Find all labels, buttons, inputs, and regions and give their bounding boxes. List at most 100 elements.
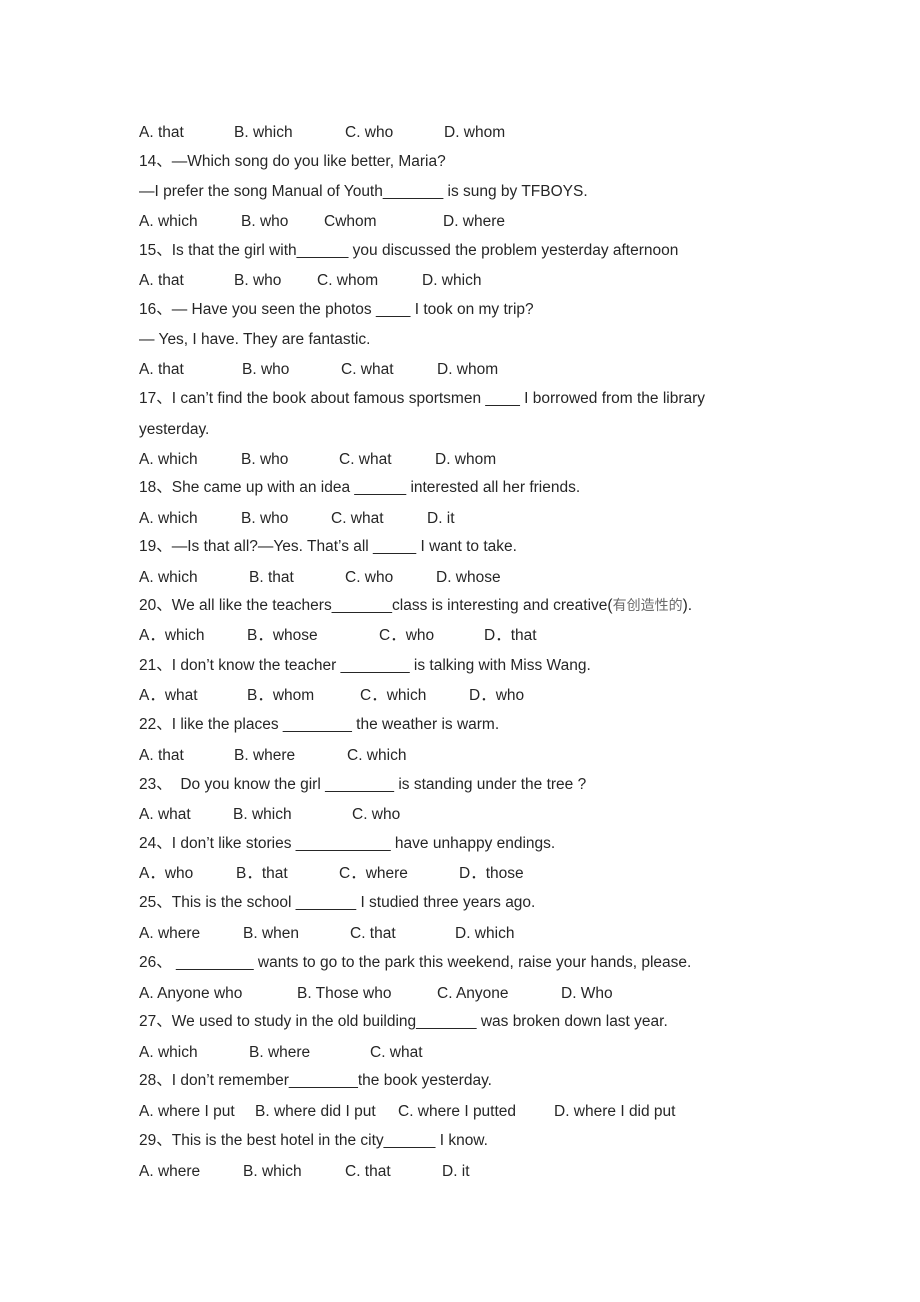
answer-option: C. what — [370, 1044, 423, 1061]
answer-option: C. what — [341, 361, 394, 378]
answer-options: A. where I put B. where did I put C. where… — [139, 1103, 839, 1121]
answer-option: C. which — [347, 747, 407, 764]
answer-option: B. Those who — [297, 985, 392, 1002]
answer-option: A．what — [139, 687, 198, 704]
line-text: —I prefer the song Manual of Youth______… — [139, 183, 588, 200]
answer-option: D．those — [459, 865, 524, 882]
question-text: 15、Is that the girl with______ you discu… — [139, 242, 678, 260]
answer-option: A. that — [139, 361, 184, 378]
answer-option: A. that — [139, 272, 184, 289]
answer-option: A. where I put — [139, 1103, 235, 1120]
answer-option: B. who — [241, 451, 289, 468]
question-text: 24、I don’t like stories ___________ have… — [139, 835, 555, 853]
answer-option: B. which — [233, 806, 292, 823]
answer-option: B．whose — [247, 627, 318, 644]
answer-option: A. what — [139, 806, 191, 823]
line-text-tail: ). — [682, 597, 693, 614]
answer-option: D．who — [469, 687, 525, 704]
line-text: 19、—Is that all?—Yes. That’s all _____ I… — [139, 538, 517, 555]
line-text: 15、Is that the girl with______ you discu… — [139, 242, 679, 259]
answer-option: D. which — [422, 272, 482, 289]
answer-option: B．that — [236, 865, 288, 882]
answer-options: A. where B. when C. that D. which — [139, 925, 839, 943]
answer-options: A. which B. who C. what D. whom — [139, 451, 839, 469]
answer-option: D. Who — [561, 985, 613, 1002]
answer-option: C. whom — [317, 272, 379, 289]
answer-option: A. which — [139, 1044, 198, 1061]
question-text: 16、— Have you seen the photos ____ I too… — [139, 301, 534, 319]
line-text: 17、I can’t find the book about famous sp… — [139, 390, 706, 407]
answer-option: B. when — [243, 925, 300, 942]
answer-option: C. where I putted — [398, 1103, 517, 1120]
line-text: — Yes, I have. They are fantastic. — [139, 331, 371, 348]
line-text: 22、I like the places ________ the weathe… — [139, 716, 500, 733]
question-text: 14、—Which song do you like better, Maria… — [139, 153, 446, 171]
answer-option: A. where — [139, 1163, 201, 1180]
line-text: 24、I don’t like stories ___________ have… — [139, 835, 556, 852]
answer-option: C. who — [345, 569, 394, 586]
answer-option: B. which — [243, 1163, 302, 1180]
answer-option: C. that — [345, 1163, 391, 1180]
answer-option: A. which — [139, 213, 198, 230]
answer-option: C．which — [360, 687, 427, 704]
answer-option: D. which — [455, 925, 515, 942]
question-text: 27、We used to study in the old building_… — [139, 1013, 668, 1031]
answer-option: D. where I did put — [554, 1103, 676, 1120]
answer-option: A．who — [139, 865, 194, 882]
line-text: 25、This is the school _______ I studied … — [139, 894, 536, 911]
answer-option: B. who — [234, 272, 282, 289]
answer-option: C. Anyone — [437, 985, 509, 1002]
answer-option: D. it — [427, 510, 455, 527]
answer-option: A. which — [139, 510, 198, 527]
answer-options: A. that B. who C. whom D. which — [139, 272, 839, 290]
answer-options: A. that B. which C. who D. whom — [139, 124, 839, 142]
line-text: 14、—Which song do you like better, Maria… — [139, 153, 446, 170]
line-text: yesterday. — [139, 421, 210, 438]
answer-options: A．which B．whose C．who D．that — [139, 627, 839, 645]
answer-option: A. where — [139, 925, 201, 942]
answer-option: A. which — [139, 451, 198, 468]
answer-option: D．that — [484, 627, 537, 644]
answer-options: A. that B. where C. which — [139, 747, 839, 765]
answer-option: B．whom — [247, 687, 315, 704]
answer-option: A. that — [139, 747, 184, 764]
chinese-annotation: 有创造性的 — [612, 598, 683, 614]
line-text: 21、I don’t know the teacher ________ is … — [139, 657, 591, 674]
answer-options: A. where B. which C. that D. it — [139, 1163, 839, 1181]
answer-option: A. that — [139, 124, 184, 141]
answer-option: B. that — [249, 569, 294, 586]
question-text: 29、This is the best hotel in the city___… — [139, 1132, 488, 1150]
text-line: — Yes, I have. They are fantastic. — [139, 331, 371, 349]
text-line: yesterday. — [139, 421, 209, 439]
answer-option: C. what — [331, 510, 384, 527]
line-text: 16、— Have you seen the photos ____ I too… — [139, 301, 534, 318]
question-text: 22、I like the places ________ the weathe… — [139, 716, 499, 734]
question-text: 26、 _________ wants to go to the park th… — [139, 954, 691, 972]
answer-option: C. who — [345, 124, 394, 141]
answer-option: D. it — [442, 1163, 470, 1180]
answer-option: B. who — [242, 361, 290, 378]
answer-options: A. which B. who C. what D. it — [139, 510, 839, 528]
answer-option: D. whom — [444, 124, 506, 141]
answer-options: A. which B. who Cwhom D. where — [139, 213, 839, 231]
answer-option: D. whom — [437, 361, 499, 378]
text-line: —I prefer the song Manual of Youth______… — [139, 183, 588, 201]
question-text: 25、This is the school _______ I studied … — [139, 894, 535, 912]
line-text: 20、We all like the teachers_______class … — [139, 597, 613, 614]
line-text: 28、I don’t remember________the book yest… — [139, 1072, 492, 1089]
document-page: A. that B. which C. who D. whom 14、—Which so… — [0, 0, 920, 1302]
answer-option: B. who — [241, 213, 289, 230]
line-text: 23、 Do you know the girl ________ is sta… — [139, 776, 587, 793]
answer-options: A. which B. that C. who D. whose — [139, 569, 839, 587]
answer-option: B. which — [234, 124, 293, 141]
answer-option: C．where — [339, 865, 408, 882]
answer-options: A. that B. who C. what D. whom — [139, 361, 839, 379]
answer-option: D. whom — [435, 451, 497, 468]
answer-option: D. whose — [436, 569, 501, 586]
answer-option: Cwhom — [324, 213, 377, 230]
line-text: 29、This is the best hotel in the city___… — [139, 1132, 488, 1149]
question-text: 23、 Do you know the girl ________ is sta… — [139, 776, 586, 794]
answer-option: C. who — [352, 806, 401, 823]
question-text: 18、She came up with an idea ______ inter… — [139, 479, 580, 497]
question-text: 20、We all like the teachers_______class … — [139, 597, 692, 615]
